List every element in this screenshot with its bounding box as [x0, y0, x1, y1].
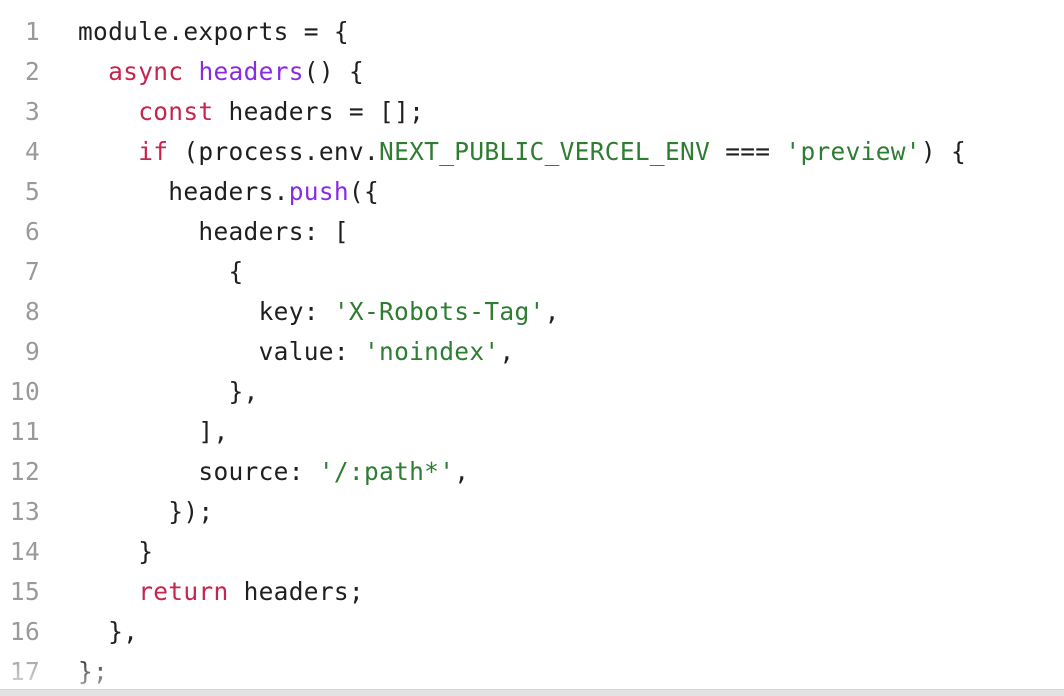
line-code: headers.push({ [78, 172, 379, 212]
code-token: , [499, 337, 515, 366]
code-token: NEXT_PUBLIC_VERCEL_ENV [379, 137, 711, 166]
code-token: 'preview' [785, 137, 921, 166]
line-number: 3 [24, 97, 40, 126]
line-code: module.exports = { [78, 12, 349, 52]
line-code: const headers = []; [78, 92, 424, 132]
line-number: 1 [24, 17, 40, 46]
line-number: 5 [24, 177, 40, 206]
code-editor[interactable]: 1 module.exports = {2 async headers() {3 … [0, 0, 1064, 696]
code-token: key: [78, 297, 334, 326]
code-line[interactable]: 13 }); [0, 492, 1064, 532]
line-code: { [78, 252, 244, 292]
code-token: }, [78, 617, 139, 646]
code-line[interactable]: 8 key: 'X-Robots-Tag', [0, 292, 1064, 332]
line-code: }, [78, 612, 138, 652]
code-area[interactable]: 1 module.exports = {2 async headers() {3 … [0, 12, 1064, 692]
code-line[interactable]: 17}; [0, 652, 1064, 692]
code-line[interactable]: 3 const headers = []; [0, 92, 1064, 132]
code-line[interactable]: 9 value: 'noindex', [0, 332, 1064, 372]
line-number: 9 [24, 337, 40, 366]
line-number: 4 [24, 137, 40, 166]
code-token: const [138, 97, 214, 126]
line-number: 8 [24, 297, 40, 326]
line-number: 2 [24, 57, 40, 86]
code-token: headers: [ [78, 217, 349, 246]
code-token: '/:path*' [318, 457, 455, 486]
line-number: 6 [24, 217, 40, 246]
code-token: () { [303, 57, 364, 86]
code-token: ) { [920, 137, 967, 166]
line-code: value: 'noindex', [78, 332, 515, 372]
code-token: ], [78, 417, 229, 446]
line-code: async headers() { [78, 52, 364, 92]
code-token: }, [78, 377, 259, 406]
code-token: , [454, 457, 470, 486]
line-number: 17 [9, 657, 40, 686]
code-token: headers [198, 57, 304, 86]
code-token: push [288, 177, 349, 206]
line-code: ], [78, 412, 229, 452]
line-code: } [78, 532, 153, 572]
code-token: headers; [228, 577, 364, 606]
code-token: { [78, 257, 244, 286]
line-number: 15 [9, 577, 40, 606]
code-token: headers = []; [213, 97, 425, 126]
line-number: 10 [9, 377, 40, 406]
code-line[interactable]: 1 module.exports = { [0, 12, 1064, 52]
code-token: ({ [348, 177, 380, 206]
code-token: , [544, 297, 560, 326]
code-token: if [138, 137, 169, 166]
line-code: headers: [ [78, 212, 349, 252]
code-line[interactable]: 10 }, [0, 372, 1064, 412]
code-token: (process.env. [168, 137, 380, 166]
line-code: return headers; [78, 572, 364, 612]
line-code: }, [78, 372, 259, 412]
line-number: 11 [9, 417, 40, 446]
code-token: 'noindex' [363, 337, 500, 366]
code-token: } [78, 537, 154, 566]
line-code: }); [78, 492, 213, 532]
code-token: 'X-Robots-Tag' [333, 297, 545, 326]
line-number: 13 [9, 497, 40, 526]
line-code: source: '/:path*', [78, 452, 469, 492]
code-token: source: [78, 457, 319, 486]
code-line[interactable]: 7 { [0, 252, 1064, 292]
code-token: }); [78, 497, 214, 526]
code-token: === [710, 137, 786, 166]
code-line[interactable]: 16 }, [0, 612, 1064, 652]
code-line[interactable]: 4 if (process.env.NEXT_PUBLIC_VERCEL_ENV… [0, 132, 1064, 172]
code-line[interactable]: 14 } [0, 532, 1064, 572]
code-token: value: [78, 337, 364, 366]
code-line[interactable]: 5 headers.push({ [0, 172, 1064, 212]
line-number: 12 [9, 457, 40, 486]
code-token: module.exports = { [78, 17, 349, 46]
line-code: }; [78, 652, 108, 692]
code-token: async [108, 57, 184, 86]
line-code: key: 'X-Robots-Tag', [78, 292, 560, 332]
line-code: if (process.env.NEXT_PUBLIC_VERCEL_ENV =… [78, 132, 966, 172]
code-line[interactable]: 2 async headers() { [0, 52, 1064, 92]
code-line[interactable]: 12 source: '/:path*', [0, 452, 1064, 492]
code-line[interactable]: 6 headers: [ [0, 212, 1064, 252]
line-number: 14 [9, 537, 40, 566]
line-number: 7 [24, 257, 40, 286]
code-line[interactable]: 15 return headers; [0, 572, 1064, 612]
code-token: return [138, 577, 229, 606]
code-token: }; [78, 657, 109, 686]
code-token: headers. [78, 177, 289, 206]
line-number: 16 [9, 617, 40, 646]
horizontal-scrollbar[interactable] [0, 689, 1064, 696]
code-line[interactable]: 11 ], [0, 412, 1064, 452]
